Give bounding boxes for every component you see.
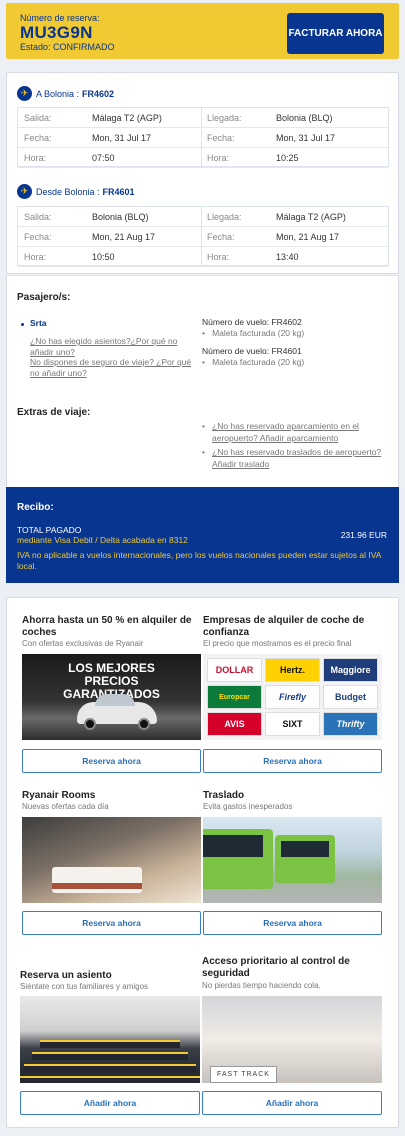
add-seat-button[interactable]: Añadir ahora [20, 1091, 200, 1115]
total-paid-label: TOTAL PAGADO [17, 525, 82, 535]
date-label: Fecha: [24, 133, 52, 143]
promo-title: Ahorra hasta un 50 % en alquiler de coch… [22, 615, 192, 638]
departure-place: Bolonia (BLQ) [92, 212, 149, 222]
payment-method: mediante Visa Debit / Delta acabada en 8… [17, 535, 188, 545]
promo-subtitle: Siéntate con tus familiares y amigos [20, 982, 149, 991]
reservation-code: MU3G9N [20, 23, 93, 42]
date-label: Fecha: [207, 232, 235, 242]
return-flight-table: Salida: Bolonia (BLQ) Llegada: Málaga T2… [17, 206, 389, 267]
promo-subtitle: Nuevas ofertas cada día [22, 802, 109, 811]
outbound-title: A Bolonia : [36, 88, 80, 99]
passenger-name: Srta [30, 318, 47, 328]
arrival-place: Bolonia (BLQ) [276, 113, 333, 123]
hotel-room-image[interactable] [22, 817, 201, 903]
promo-subtitle: Evita gastos inesperados [203, 802, 293, 811]
arrival-place: Málaga T2 (AGP) [276, 212, 346, 222]
departure-label: Salida: [24, 113, 52, 123]
promo-title: Traslado [203, 790, 245, 801]
time-label: Hora: [207, 252, 230, 262]
add-insurance-link[interactable]: No dispones de seguro de viaje? ¿Por qué… [30, 357, 202, 379]
rooms-book-button[interactable]: Reserva ahora [22, 911, 201, 935]
rental-brands-book-button[interactable]: Reserva ahora [203, 749, 382, 773]
transfer-item: • ¿No has reservado traslados de aeropuer… [202, 446, 387, 470]
flight-label-return: Número de vuelo: FR4601 [202, 346, 302, 356]
receipt-section: Recibo: TOTAL PAGADO 231.96 EUR mediante… [6, 487, 399, 583]
fast-track-image[interactable]: FAST TRACK [202, 996, 382, 1083]
passengers-title: Pasajero/s: [17, 292, 71, 303]
total-paid-value: 231.96 EUR [340, 530, 387, 540]
parking-item: • ¿No has reservado aparcamiento en el ae… [202, 420, 387, 444]
cabin-seats-image[interactable] [20, 996, 200, 1083]
arrival-label: Llegada: [207, 113, 242, 123]
add-priority-button[interactable]: Añadir ahora [202, 1091, 382, 1115]
promo-title: Acceso prioritario al control de segurid… [202, 956, 350, 979]
return-title: Desde Bolonia : [36, 186, 100, 197]
car-promo-image[interactable]: LOS MEJORES PRECIOS GARANTIZADOS [22, 654, 201, 740]
dollar-logo: DOLLAR [207, 658, 262, 682]
transfer-book-button[interactable]: Reserva ahora [203, 911, 382, 935]
promo-subtitle: Con ofertas exclusivas de Ryanair [22, 639, 144, 648]
flights-card: ✈ A Bolonia : FR4602 Salida: Málaga T2 (… [6, 72, 399, 274]
outbound-flight-number: FR4602 [82, 88, 115, 99]
departure-time: 10:50 [92, 252, 115, 262]
arrival-label: Llegada: [207, 212, 242, 222]
thrifty-logo: Thrifty [323, 712, 378, 736]
return-flight-header: ✈ Desde Bolonia : FR4601 [17, 184, 135, 199]
bus-transfer-image[interactable] [203, 817, 382, 903]
extras-title: Extras de viaje: [17, 407, 91, 418]
hertz-logo: Hertz. [265, 658, 320, 682]
receipt-title: Recibo: [17, 502, 54, 513]
bullet-icon [21, 323, 24, 326]
reservation-header: Número de reserva: MU3G9N Estado: CONFIR… [6, 3, 399, 59]
rental-brands-image[interactable]: DOLLAR Hertz. Maggiore Europcar Firefly … [203, 654, 382, 740]
checkin-button[interactable]: FACTURAR AHORA [287, 13, 384, 54]
promo-title: Reserva un asiento [20, 970, 112, 981]
avis-logo: AVIS [207, 712, 262, 736]
departure-date: Mon, 31 Jul 17 [92, 133, 152, 143]
departure-time: 07:50 [92, 153, 115, 163]
vat-note: IVA no aplicable a vuelos internacionale… [17, 550, 382, 571]
arrival-date: Mon, 21 Aug 17 [276, 232, 340, 242]
firefly-logo: Firefly [265, 685, 320, 709]
maggiore-logo: Maggiore [323, 658, 378, 682]
europcar-logo: Europcar [207, 685, 262, 709]
date-label: Fecha: [24, 232, 52, 242]
reservation-status: Estado: CONFIRMADO [20, 42, 115, 52]
baggage-return: • Maleta facturada (20 kg) [202, 357, 305, 367]
departure-label: Salida: [24, 212, 52, 222]
arrival-date: Mon, 31 Jul 17 [276, 133, 336, 143]
flight-label-outbound: Número de vuelo: FR4602 [202, 317, 302, 327]
reservation-label: Número de reserva: [20, 13, 100, 23]
promo-subtitle: No pierdas tiempo haciendo cola. [202, 981, 321, 990]
return-flight-number: FR4601 [102, 186, 135, 197]
time-label: Hora: [24, 153, 47, 163]
passengers-section: Pasajero/s: Srta ¿No has elegido asiento… [6, 275, 399, 487]
car-rental-book-button[interactable]: Reserva ahora [22, 749, 201, 773]
promo-subtitle: El precio que mostramos es el precio fin… [203, 639, 352, 648]
fast-track-sign: FAST TRACK [210, 1066, 277, 1083]
promo-title: Empresas de alquiler de coche de confian… [203, 615, 365, 638]
sixt-logo: SIXT [265, 712, 320, 736]
promo-title: Ryanair Rooms [22, 790, 96, 801]
add-transfer-link[interactable]: ¿No has reservado traslados de aeropuert… [212, 446, 387, 470]
outbound-flight-table: Salida: Málaga T2 (AGP) Llegada: Bolonia… [17, 107, 389, 168]
departure-place: Málaga T2 (AGP) [92, 113, 162, 123]
baggage-outbound: • Maleta facturada (20 kg) [202, 328, 305, 338]
plane-icon: ✈ [17, 184, 32, 199]
time-label: Hora: [207, 153, 230, 163]
budget-logo: Budget [323, 685, 378, 709]
promotions-card: Ahorra hasta un 50 % en alquiler de coch… [6, 597, 399, 1128]
add-seat-link[interactable]: ¿No has elegido asientos?¿Por qué no aña… [30, 336, 200, 358]
outbound-flight-header: ✈ A Bolonia : FR4602 [17, 86, 114, 101]
add-parking-link[interactable]: ¿No has reservado aparcamiento en el aer… [212, 420, 387, 444]
departure-date: Mon, 21 Aug 17 [92, 232, 156, 242]
plane-icon: ✈ [17, 86, 32, 101]
time-label: Hora: [24, 252, 47, 262]
date-label: Fecha: [207, 133, 235, 143]
arrival-time: 10:25 [276, 153, 299, 163]
arrival-time: 13:40 [276, 252, 299, 262]
